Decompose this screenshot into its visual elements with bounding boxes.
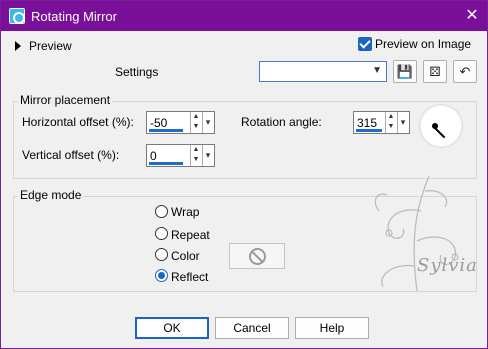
mirror-placement-title: Mirror placement xyxy=(18,93,113,107)
dropdown-arrow-icon[interactable]: ▾ xyxy=(397,112,408,133)
spin-arrows-icon[interactable]: ▲ ▼ xyxy=(385,112,396,133)
rotation-angle-label: Rotation angle: xyxy=(241,115,322,129)
randomize-button[interactable]: ⚄ xyxy=(423,60,447,83)
app-icon xyxy=(9,8,25,24)
settings-label: Settings xyxy=(115,65,159,79)
reflect-label[interactable]: Reflect xyxy=(171,270,208,284)
dropdown-arrow-icon[interactable]: ▾ xyxy=(202,112,213,133)
vertical-offset-spinner[interactable]: 0 ▲ ▼ ▾ xyxy=(146,144,215,167)
ok-button[interactable]: OK xyxy=(135,317,209,339)
save-preset-button[interactable]: 💾 xyxy=(393,60,417,83)
vertical-offset-label: Vertical offset (%): xyxy=(22,148,120,162)
save-icon: 💾 xyxy=(396,64,414,79)
repeat-label[interactable]: Repeat xyxy=(171,228,210,242)
color-label[interactable]: Color xyxy=(171,249,200,263)
vertical-offset-bar xyxy=(149,162,183,165)
dice-icon: ⚄ xyxy=(429,64,441,79)
cancel-button[interactable]: Cancel xyxy=(215,317,289,339)
reset-icon: ↶ xyxy=(459,64,471,79)
chevron-down-icon: ▼ xyxy=(372,65,382,76)
spinner-buttons: ▲ ▼ ▾ xyxy=(190,112,214,133)
dialog-window: Rotating Mirror ✕ Preview Preview on Ima… xyxy=(0,0,488,349)
horizontal-offset-value: -50 xyxy=(150,116,168,130)
window-title: Rotating Mirror xyxy=(31,9,117,24)
edge-mode-title: Edge mode xyxy=(18,188,84,202)
spin-arrows-icon[interactable]: ▲ ▼ xyxy=(190,145,201,166)
dial-needle xyxy=(433,126,446,139)
rotation-dial[interactable] xyxy=(419,104,463,148)
preview-on-image-label[interactable]: Preview on Image xyxy=(375,37,471,51)
rotation-angle-bar xyxy=(356,129,382,132)
dropdown-arrow-icon[interactable]: ▾ xyxy=(202,145,213,166)
title-bar: Rotating Mirror ✕ xyxy=(1,1,487,31)
spinner-buttons: ▲ ▼ ▾ xyxy=(385,112,409,133)
floral-watermark xyxy=(374,175,459,292)
preview-on-image-checkbox[interactable] xyxy=(358,37,372,51)
spin-arrows-icon[interactable]: ▲ ▼ xyxy=(190,112,201,133)
spinner-buttons: ▲ ▼ ▾ xyxy=(190,145,214,166)
reset-button[interactable]: ↶ xyxy=(453,60,477,83)
wrap-radio[interactable] xyxy=(155,205,168,218)
repeat-radio[interactable] xyxy=(155,227,168,240)
edge-color-swatch[interactable] xyxy=(229,243,285,269)
wrap-label[interactable]: Wrap xyxy=(171,205,199,219)
preview-label: Preview xyxy=(29,39,72,53)
horizontal-offset-bar xyxy=(149,129,183,132)
close-button[interactable]: ✕ xyxy=(459,4,485,28)
reflect-radio[interactable] xyxy=(155,269,168,282)
rotation-angle-value: 315 xyxy=(357,116,378,130)
preview-settings-bar: Preview Preview on Image Settings ▼ 💾 ⚄ … xyxy=(1,31,487,91)
expand-triangle-icon xyxy=(15,41,21,51)
no-color-icon xyxy=(249,248,266,265)
settings-dropdown[interactable]: ▼ xyxy=(259,61,387,82)
rotation-angle-spinner[interactable]: 315 ▲ ▼ ▾ xyxy=(353,111,410,134)
horizontal-offset-spinner[interactable]: -50 ▲ ▼ ▾ xyxy=(146,111,215,134)
color-radio[interactable] xyxy=(155,248,168,261)
horizontal-offset-label: Horizontal offset (%): xyxy=(22,115,134,129)
help-button[interactable]: Help xyxy=(295,317,369,339)
watermark-text: Sylvia xyxy=(417,255,478,276)
vertical-offset-value: 0 xyxy=(150,149,157,163)
